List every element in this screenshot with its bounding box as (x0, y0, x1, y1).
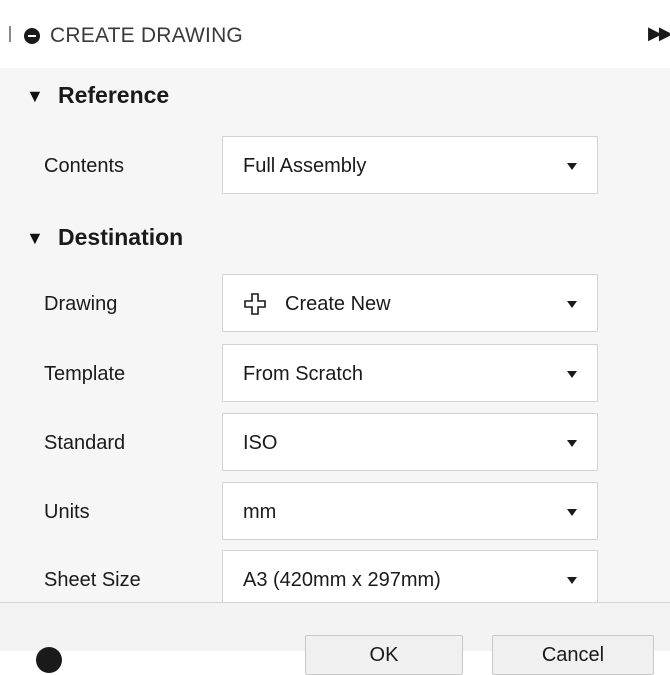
ok-button[interactable]: OK (305, 635, 463, 675)
dialog-title: CREATE DRAWING (50, 24, 243, 47)
units-dropdown[interactable]: mm (222, 482, 598, 540)
section-reference-header[interactable]: ▼ Reference (0, 68, 640, 124)
drag-grip-icon[interactable] (9, 26, 11, 42)
field-row-contents: Contents Full Assembly (0, 136, 640, 204)
field-row-template: Template From Scratch (0, 344, 640, 412)
section-title-reference: Reference (58, 82, 170, 108)
double-chevron-right-icon[interactable]: ▶▶ (648, 23, 670, 44)
field-label-sheet-size: Sheet Size (44, 569, 141, 591)
sheet-size-dropdown[interactable]: A3 (420mm x 297mm) (222, 550, 598, 608)
section-destination-header[interactable]: ▼ Destination (0, 210, 640, 266)
standard-dropdown[interactable]: ISO (222, 413, 598, 471)
field-label-standard: Standard (44, 432, 126, 454)
cancel-button[interactable]: Cancel (492, 635, 654, 675)
dialog-header: CREATE DRAWING ▶▶ (0, 0, 670, 69)
section-title-destination: Destination (58, 224, 184, 250)
dialog-footer: OK Cancel (0, 602, 670, 675)
field-label-template: Template (44, 363, 126, 385)
field-row-drawing: Drawing Create New (0, 274, 640, 342)
minus-circle-icon[interactable] (24, 28, 40, 44)
contents-dropdown[interactable]: Full Assembly (222, 136, 598, 194)
sheet-size-value: A3 (420mm x 297mm) (243, 569, 441, 591)
dropdown-caret-icon (567, 301, 577, 308)
template-dropdown[interactable]: From Scratch (222, 344, 598, 402)
field-label-units: Units (44, 501, 90, 523)
dialog-body: ▼ Reference Contents Full Assembly ▼ Des… (0, 68, 670, 650)
dropdown-caret-icon (567, 371, 577, 378)
collapse-triangle-icon[interactable]: ▼ (26, 86, 44, 107)
drawing-dropdown[interactable]: Create New (222, 274, 598, 332)
field-label-contents: Contents (44, 155, 125, 177)
field-row-units: Units mm (0, 482, 640, 550)
dropdown-caret-icon (567, 509, 577, 516)
standard-value: ISO (243, 432, 278, 454)
collapse-triangle-icon[interactable]: ▼ (26, 228, 44, 249)
template-value: From Scratch (243, 363, 364, 385)
dropdown-caret-icon (567, 577, 577, 584)
units-value: mm (243, 501, 277, 523)
field-label-drawing: Drawing (44, 293, 118, 315)
dropdown-caret-icon (567, 440, 577, 447)
field-row-standard: Standard ISO (0, 413, 640, 481)
create-new-plus-icon (244, 293, 266, 315)
help-icon[interactable] (36, 647, 62, 673)
contents-value: Full Assembly (243, 155, 367, 177)
drawing-value: Create New (285, 293, 391, 315)
dropdown-caret-icon (567, 163, 577, 170)
